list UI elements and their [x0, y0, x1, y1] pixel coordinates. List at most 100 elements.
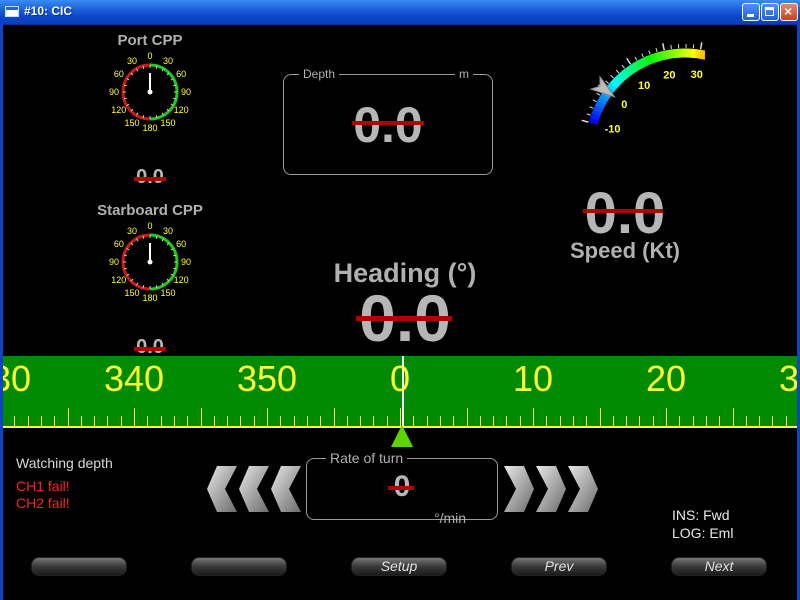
heading-tape-tick [599, 408, 601, 426]
heading-tape-tick [213, 416, 215, 426]
heading-tape-tick [652, 416, 654, 426]
speed-gauge-color-segment [616, 72, 627, 83]
heading-tape-tick [187, 416, 189, 426]
heading-tape-tick [386, 416, 388, 426]
heading-tape-tick [280, 416, 282, 426]
speed-value: 0.0 [584, 181, 666, 246]
starboard-cpp-dial-tick-label: 60 [176, 239, 186, 249]
heading-tape-tick [67, 408, 69, 426]
speed-gauge-tick [581, 119, 589, 123]
title-bar[interactable]: #10: CIC × [0, 0, 800, 25]
port-cpp-dial-tick-label: 90 [109, 87, 119, 97]
speed-gauge-tick [641, 53, 644, 58]
heading-invalid-bar [356, 316, 452, 321]
speed-gauge-tick-label: 10 [638, 80, 650, 92]
speed-gauge-color-segment [699, 49, 705, 60]
heading-tape-tick [639, 416, 641, 426]
heading-tape-tick [612, 416, 614, 426]
starboard-cpp-dial-tick-label: 180 [142, 293, 157, 303]
heading-tape-tick [94, 416, 96, 426]
speed-gauge-tick [634, 56, 638, 61]
heading-tape-tick [572, 416, 574, 426]
starboard-cpp-dial-tick-label: 30 [127, 226, 137, 236]
heading-tape-tick [40, 416, 42, 426]
heading-tape-tick [559, 416, 561, 426]
port-cpp-dial-hub [147, 89, 153, 95]
port-cpp-dial-tick-label: 150 [124, 118, 139, 128]
port-cpp-dial-tick-label: 120 [174, 105, 189, 115]
heading-tape-tick [479, 416, 481, 426]
speed-gauge-tick [626, 57, 632, 65]
window-title: #10: CIC [24, 4, 73, 18]
port-cpp-dial-tick-label: 150 [160, 118, 175, 128]
heading-tape-tick [360, 416, 362, 426]
starboard-cpp-dial: 0 306090120150180150120906030 [109, 221, 191, 303]
next-button[interactable]: Next [671, 557, 767, 576]
rate-of-turn-invalid-bar [388, 486, 414, 490]
speed-gauge-tick [670, 44, 672, 49]
heading-tape-tick [160, 416, 162, 426]
heading-tape-tick [679, 416, 681, 426]
speed-gauge-color-segment [664, 49, 671, 60]
starboard-cpp-dial-tick-label: 0 [147, 221, 152, 231]
speed-label: Speed (Kt) [570, 238, 680, 263]
speed-gauge-color-segment [607, 81, 618, 92]
speed-gauge-color-segment [610, 78, 621, 89]
speed-gauge-color-segment [588, 117, 599, 125]
speed-gauge-color-segment [634, 59, 644, 70]
speed-gauge-color-segment [630, 61, 640, 73]
heading-tape-tick [267, 408, 268, 426]
heading-tape-tick [546, 416, 548, 426]
heading-tape-tick [426, 416, 428, 426]
heading-tape-tick [373, 416, 375, 426]
speed-gauge-color-segment [703, 50, 705, 60]
softkey-1-button[interactable] [31, 557, 127, 576]
heading-tape-tick [413, 416, 415, 426]
port-cpp-dial-port-arc [121, 63, 151, 121]
close-button[interactable]: × [780, 3, 798, 21]
window-icon [5, 6, 19, 17]
speed-gauge-color-segment [590, 112, 601, 121]
speed-gauge-color-segment [591, 108, 602, 117]
speed-gauge-color-segment [619, 69, 630, 80]
speed-gauge-color-segment [597, 96, 608, 106]
speed-gauge-color-segment [623, 66, 633, 77]
port-cpp-dial-tick-label: 120 [111, 105, 126, 115]
heading-tape-tick [147, 416, 149, 426]
softkey-2-button[interactable] [191, 557, 287, 576]
starboard-cpp-dial-tick-label: 150 [160, 288, 175, 298]
heading-tape-tick [27, 416, 29, 426]
heading-tape-tick [692, 416, 694, 426]
port-cpp-dial-tick-label: 180 [142, 123, 157, 133]
heading-tape-label: 350 [236, 358, 298, 399]
starboard-cpp-invalid-bar [134, 347, 166, 351]
starboard-cpp-dial-tick-label: 90 [109, 257, 119, 267]
watching-status: Watching depth [16, 455, 113, 471]
ch2-fail-status: CH2 fail! [16, 495, 70, 511]
heading-tape-tick [772, 416, 774, 426]
speed-invalid-bar [583, 209, 663, 213]
setup-button[interactable]: Setup [351, 557, 447, 576]
speed-gauge-color-segment [642, 55, 651, 67]
heading-tape-tick [745, 416, 747, 426]
speed-gauge-tick [605, 80, 609, 84]
heading-tape-tick [54, 416, 56, 426]
heading-tape-tick [107, 416, 109, 426]
minimize-button[interactable] [742, 3, 760, 21]
starboard-cpp-dial-tick-label: 60 [114, 239, 124, 249]
close-icon: × [784, 3, 793, 19]
heading-tape-tick [134, 408, 135, 426]
heading-tape-label: 10 [512, 358, 554, 399]
speed-gauge-color-segment [651, 52, 659, 63]
starboard-cpp-dial-port-arc [121, 233, 151, 291]
starboard-cpp-dial-hub [147, 259, 153, 265]
prev-button[interactable]: Prev [511, 557, 607, 576]
heading-tape-label: 0 [389, 358, 411, 399]
heading-tape-tick [200, 408, 202, 426]
speed-gauge-tick [648, 50, 651, 55]
rate-of-turn-starboard-chevrons-icon [504, 466, 598, 512]
port-cpp-dial-tick-label: 90 [181, 87, 191, 97]
maximize-button[interactable] [761, 3, 779, 21]
port-cpp-dial-tick-label: 60 [114, 69, 124, 79]
speed-gauge-tick [621, 64, 625, 69]
